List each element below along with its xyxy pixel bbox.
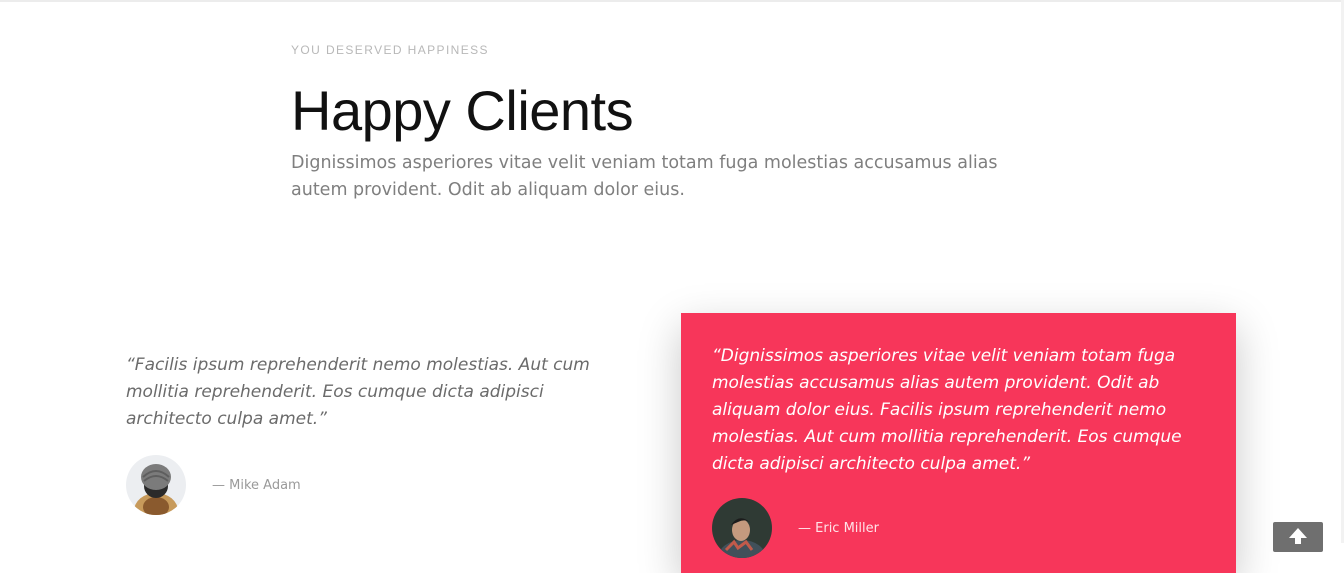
testimonial-author: — Mike Adam <box>212 477 301 493</box>
section-title: Happy Clients <box>291 79 634 142</box>
testimonial-author-row: — Eric Miller <box>712 498 1206 558</box>
person-in-knit-hat-avatar <box>126 455 186 515</box>
arrow-up-icon <box>1289 528 1307 544</box>
testimonial-author-row: — Mike Adam <box>126 455 596 515</box>
testimonial-author: — Eric Miller <box>798 520 879 536</box>
back-to-top-button[interactable] <box>1273 522 1323 552</box>
section-lead: Dignissimos asperiores vitae velit venia… <box>291 153 998 200</box>
testimonial-mike-adam: “Facilis ipsum reprehenderit nemo molest… <box>126 352 596 515</box>
testimonial-quote: “Facilis ipsum reprehenderit nemo molest… <box>126 355 590 429</box>
section-eyebrow: YOU DESERVED HAPPINESS <box>291 43 489 57</box>
top-divider <box>0 0 1344 2</box>
testimonial-eric-miller-card: “Dignissimos asperiores vitae velit veni… <box>681 313 1236 573</box>
testimonial-quote: “Dignissimos asperiores vitae velit veni… <box>712 346 1182 474</box>
happy-clients-header: YOU DESERVED HAPPINESS Happy Clients Dig… <box>291 42 1051 204</box>
man-portrait-avatar <box>712 498 772 558</box>
